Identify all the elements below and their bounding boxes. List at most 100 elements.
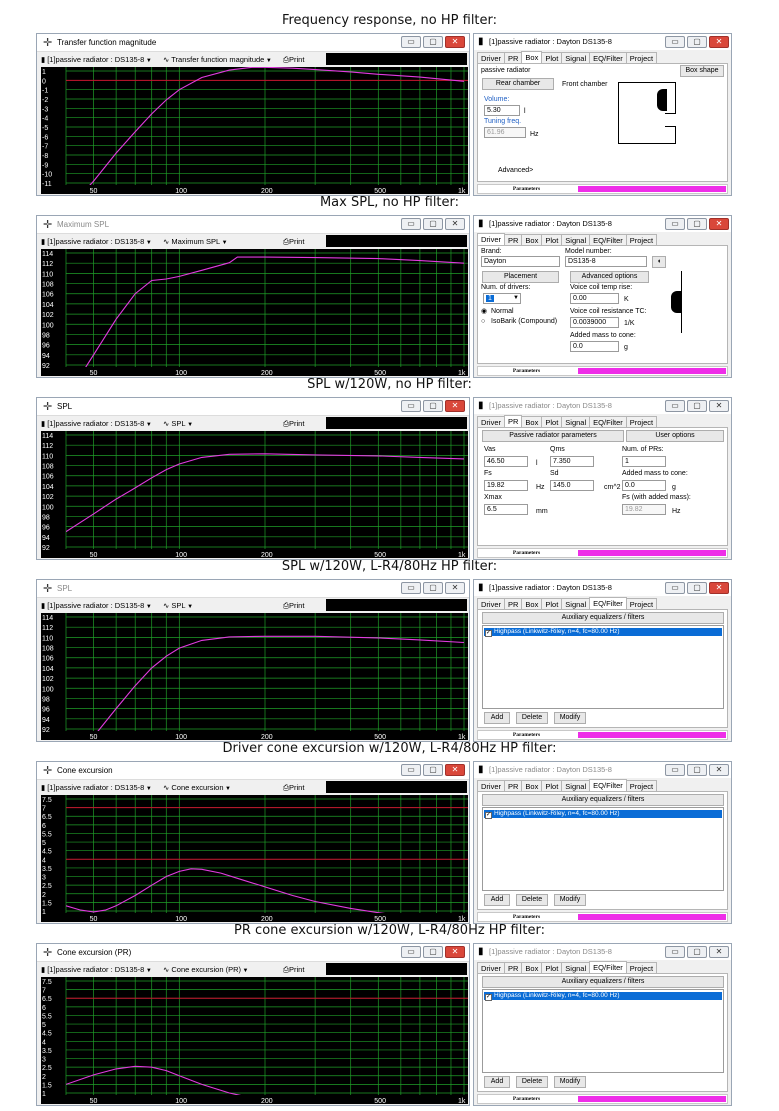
driver-select[interactable]: ▮ [1]passive radiator : DS135-8 ▼: [41, 53, 153, 66]
vc-res-field[interactable]: 0.0039000: [570, 317, 619, 328]
close-icon[interactable]: ✕: [445, 582, 465, 594]
filter-list-item[interactable]: ✓ Highpass (Linkwitz-Riley, n=4, fc=80.00…: [484, 628, 722, 637]
close-icon[interactable]: ✕: [445, 946, 465, 958]
graph-title-bar[interactable]: ✛ Maximum SPL ▭ ▢ ✕: [37, 216, 469, 234]
print-button[interactable]: ⎙Print: [283, 53, 304, 66]
graph-title-bar[interactable]: ✛ SPL ▭ ▢ ✕: [37, 580, 469, 598]
modify-button[interactable]: Modify: [554, 712, 586, 724]
maximize-icon[interactable]: ▢: [687, 582, 707, 594]
checkbox-icon[interactable]: ✓: [485, 994, 492, 1001]
front-chamber-tab[interactable]: Front chamber: [562, 80, 608, 89]
aux-equalizers-button[interactable]: Auxiliary equalizers / filters: [482, 612, 724, 624]
minimize-icon[interactable]: ▭: [665, 946, 685, 958]
added-mass-field[interactable]: 0.0: [570, 341, 619, 352]
num-prs-field[interactable]: 1: [622, 456, 666, 467]
filter-list[interactable]: ✓ Highpass (Linkwitz-Riley, n=4, fc=80.00…: [482, 625, 724, 709]
print-button[interactable]: ⎙Print: [283, 781, 304, 794]
modify-button[interactable]: Modify: [554, 1076, 586, 1088]
close-icon[interactable]: ✕: [709, 582, 729, 594]
qms-field[interactable]: 7.350: [550, 456, 594, 467]
graph-plot[interactable]: 1 0 -1 -2 -3 -4 -5 -6 -7 -8 -9 -10 -11 50 100 200 500 1k: [41, 67, 468, 194]
close-icon[interactable]: ✕: [445, 764, 465, 776]
filter-list[interactable]: ✓ Highpass (Linkwitz-Riley, n=4, fc=80.00…: [482, 989, 724, 1073]
box-shape-button[interactable]: Box shape: [680, 65, 724, 77]
close-icon[interactable]: ✕: [445, 218, 465, 230]
parameters-title-bar[interactable]: ▮ [1]passive radiator : Dayton DS135-8 ▭ ▢ ✕: [474, 398, 731, 414]
fs-field[interactable]: 19.82: [484, 480, 528, 491]
xmax-field[interactable]: 6.5: [484, 504, 528, 515]
minimize-icon[interactable]: ▭: [401, 36, 421, 48]
delete-button[interactable]: Delete: [516, 712, 548, 724]
close-icon[interactable]: ✕: [445, 400, 465, 412]
graph-plot[interactable]: 114 112 110 108 106 104 102 100 98 96 94 92 50 100 200…: [41, 613, 468, 740]
minimize-icon[interactable]: ▭: [401, 400, 421, 412]
checkbox-icon[interactable]: ✓: [485, 630, 492, 637]
filter-list-item[interactable]: ✓ Highpass (Linkwitz-Riley, n=4, fc=80.00…: [484, 810, 722, 819]
print-button[interactable]: ⎙Print: [283, 417, 304, 430]
maximize-icon[interactable]: ▢: [423, 582, 443, 594]
graph-title-bar[interactable]: ✛ Cone excursion ▭ ▢ ✕: [37, 762, 469, 780]
parameters-title-bar[interactable]: ▮ [1]passive radiator : Dayton DS135-8 ▭ ▢ ✕: [474, 944, 731, 960]
add-button[interactable]: Add: [484, 1076, 510, 1088]
fs-added-field[interactable]: 19.82: [622, 504, 666, 515]
minimize-icon[interactable]: ▭: [665, 400, 685, 412]
parameters-title-bar[interactable]: ▮ [1]passive radiator : Dayton DS135-8 ▭ ▢ ✕: [474, 762, 731, 778]
parameters-title-bar[interactable]: ▮ [1]passive radiator : Dayton DS135-8 ▭ ▢ ✕: [474, 216, 731, 232]
advanced-options-button[interactable]: Advanced options: [570, 271, 649, 283]
graph-plot[interactable]: 114 112 110 108 106 104 102 100 98 96 94 92 50 100 200…: [41, 431, 468, 558]
maximize-icon[interactable]: ▢: [687, 36, 707, 48]
modify-button[interactable]: Modify: [554, 894, 586, 906]
delete-button[interactable]: Delete: [516, 1076, 548, 1088]
volume-field[interactable]: 5.30: [484, 105, 520, 116]
add-button[interactable]: Add: [484, 712, 510, 724]
maximize-icon[interactable]: ▢: [423, 400, 443, 412]
aux-equalizers-button[interactable]: Auxiliary equalizers / filters: [482, 794, 724, 806]
close-icon[interactable]: ✕: [709, 400, 729, 412]
close-icon[interactable]: ✕: [709, 764, 729, 776]
print-button[interactable]: ⎙Print: [283, 235, 304, 248]
added-mass-field[interactable]: 0.0: [622, 480, 666, 491]
maximize-icon[interactable]: ▢: [687, 218, 707, 230]
minimize-icon[interactable]: ▭: [665, 218, 685, 230]
graph-plot[interactable]: 7.5 7 6.5 6 5.5 5 4.5 4 3.5 3 2.5 2 1.5 1 50 100 200 500 1…: [41, 795, 468, 922]
maximize-icon[interactable]: ▢: [687, 764, 707, 776]
view-select[interactable]: ∿ Maximum SPL ▼: [163, 235, 229, 248]
driver-select[interactable]: ▮ [1]passive radiator : DS135-8 ▼: [41, 963, 153, 976]
print-button[interactable]: ⎙Print: [283, 963, 304, 976]
driver-select[interactable]: ▮ [1]passive radiator : DS135-8 ▼: [41, 417, 153, 430]
view-select[interactable]: ∿ SPL ▼: [163, 417, 195, 430]
maximize-icon[interactable]: ▢: [423, 764, 443, 776]
minimize-icon[interactable]: ▭: [401, 218, 421, 230]
filter-list-item[interactable]: ✓ Highpass (Linkwitz-Riley, n=4, fc=80.00…: [484, 992, 722, 1001]
close-icon[interactable]: ✕: [445, 36, 465, 48]
minimize-icon[interactable]: ▭: [665, 582, 685, 594]
minimize-icon[interactable]: ▭: [401, 946, 421, 958]
print-button[interactable]: ⎙Print: [283, 599, 304, 612]
maximize-icon[interactable]: ▢: [423, 36, 443, 48]
view-select[interactable]: ∿ Cone excursion ▼: [163, 781, 233, 794]
vc-temp-field[interactable]: 0.00: [570, 293, 619, 304]
driver-select[interactable]: ▮ [1]passive radiator : DS135-8 ▼: [41, 781, 153, 794]
minimize-icon[interactable]: ▭: [665, 764, 685, 776]
graph-title-bar[interactable]: ✛ Cone excursion (PR) ▭ ▢ ✕: [37, 944, 469, 962]
graph-title-bar[interactable]: ✛ Transfer function magnitude ▭ ▢ ✕: [37, 34, 469, 52]
add-button[interactable]: Add: [484, 894, 510, 906]
maximize-icon[interactable]: ▢: [687, 400, 707, 412]
maximize-icon[interactable]: ▢: [423, 946, 443, 958]
graph-plot[interactable]: 7.5 7 6.5 6 5.5 5 4.5 4 3.5 3 2.5 2 1.5 1 50 100 200 500 1…: [41, 977, 468, 1104]
filter-list[interactable]: ✓ Highpass (Linkwitz-Riley, n=4, fc=80.00…: [482, 807, 724, 891]
graph-plot[interactable]: 114 112 110 108 106 104 102 100 98 96 94 92 50 100 200…: [41, 249, 468, 376]
close-icon[interactable]: ✕: [709, 218, 729, 230]
graph-title-bar[interactable]: ✛ SPL ▭ ▢ ✕: [37, 398, 469, 416]
parameters-title-bar[interactable]: ▮ [1]passive radiator : Dayton DS135-8 ▭ ▢ ✕: [474, 34, 731, 50]
vas-field[interactable]: 46.50: [484, 456, 528, 467]
close-icon[interactable]: ✕: [709, 946, 729, 958]
chevron-down-icon[interactable]: ▼: [513, 294, 519, 303]
rear-chamber-tab[interactable]: Rear chamber: [482, 78, 554, 90]
model-field[interactable]: DS135-8: [565, 256, 647, 267]
radio-normal-icon[interactable]: ◉: [481, 307, 487, 316]
maximize-icon[interactable]: ▢: [687, 946, 707, 958]
num-drivers-select[interactable]: 1 ▼: [483, 293, 521, 304]
view-select[interactable]: ∿ Cone excursion (PR) ▼: [163, 963, 250, 976]
minimize-icon[interactable]: ▭: [665, 36, 685, 48]
